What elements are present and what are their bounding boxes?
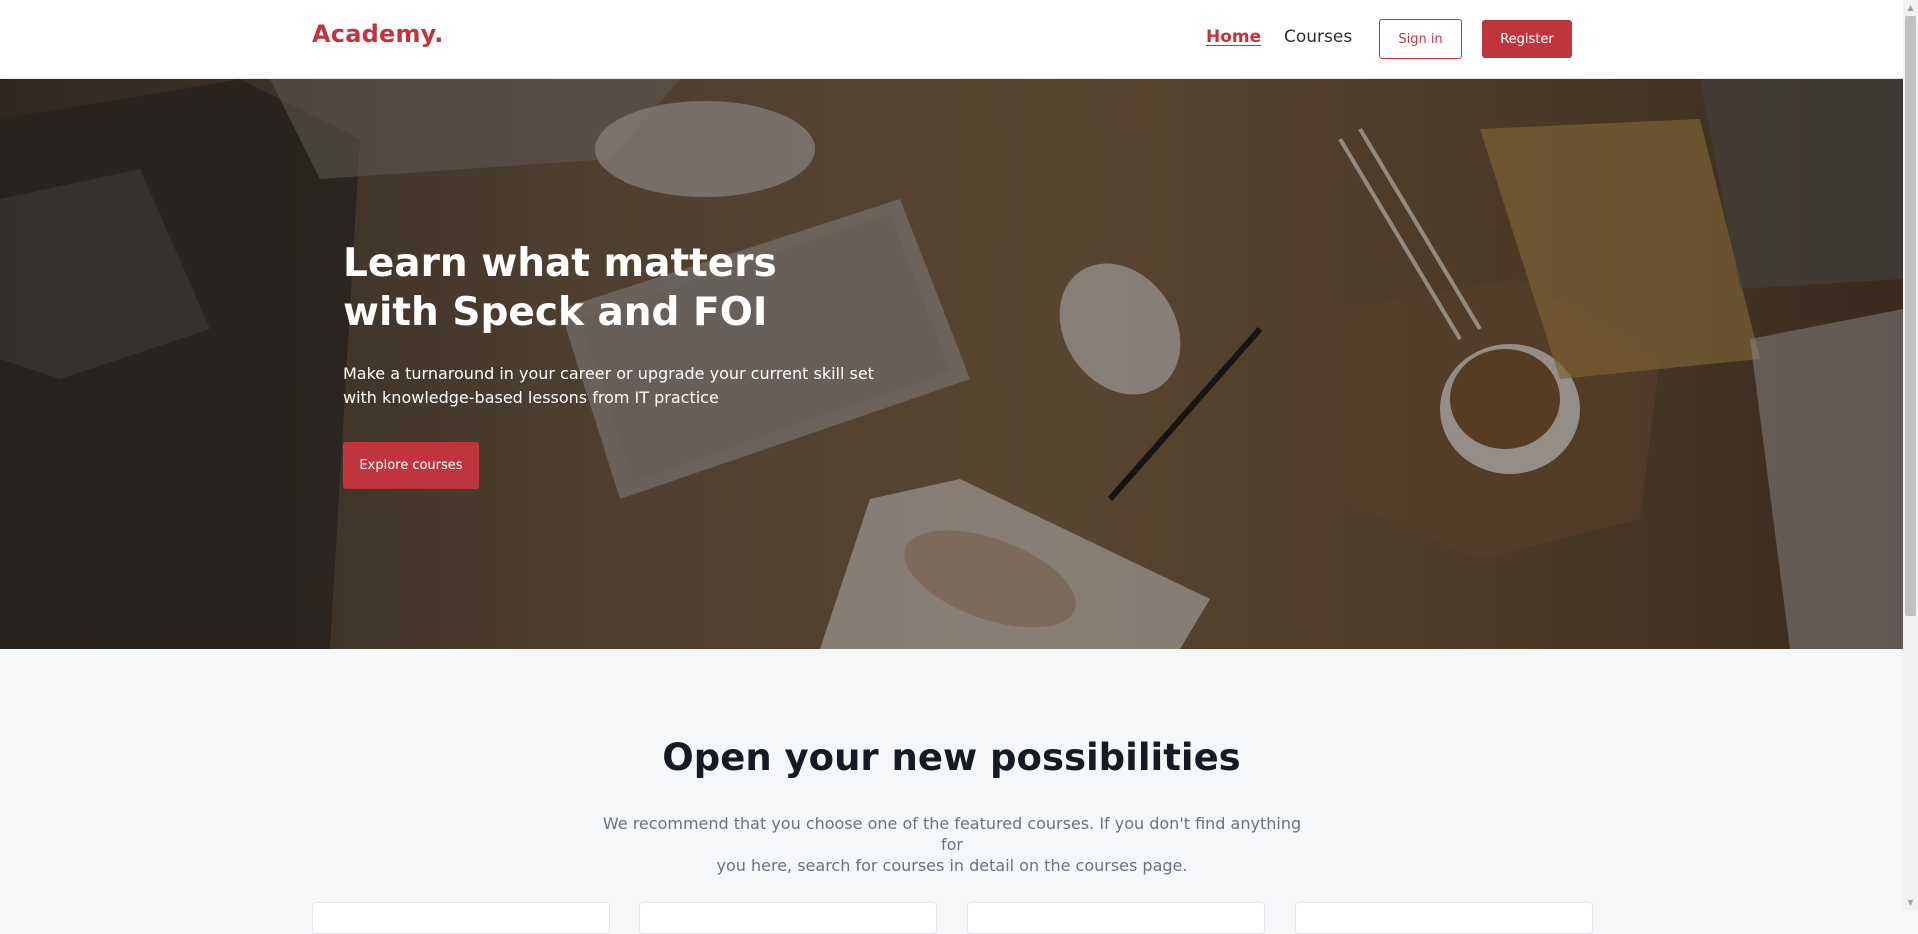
chevron-down-icon[interactable]: ▼ xyxy=(1903,895,1918,910)
hero-title-line-1: Learn what matters xyxy=(343,241,777,286)
page-scrollbar[interactable]: ▲ ▼ xyxy=(1903,0,1918,910)
section-description-line-1: We recommend that you choose one of the … xyxy=(602,814,1302,854)
course-card[interactable] xyxy=(967,902,1265,934)
section-title: Open your new possibilities xyxy=(662,736,1241,779)
hero-title: Learn what matters with Speck and FOI xyxy=(343,239,943,337)
academy-logo[interactable]: Academy. xyxy=(312,20,444,48)
site-header: Academy. Home Courses Sign in Register xyxy=(0,0,1903,79)
hero-subtitle: Make a turnaround in your career or upgr… xyxy=(343,362,943,410)
hero-subtitle-line-1: Make a turnaround in your career or upgr… xyxy=(343,364,874,383)
explore-courses-button[interactable]: Explore courses xyxy=(343,442,479,489)
course-card[interactable] xyxy=(312,902,610,934)
sign-in-button[interactable]: Sign in xyxy=(1379,19,1462,59)
hero-subtitle-line-2: with knowledge-based lessons from IT pra… xyxy=(343,388,719,407)
section-description: We recommend that you choose one of the … xyxy=(602,813,1302,876)
hero-overlay xyxy=(0,79,1903,649)
register-button[interactable]: Register xyxy=(1482,20,1572,58)
course-card[interactable] xyxy=(1295,902,1593,934)
hero-title-line-2: with Speck and FOI xyxy=(343,290,768,335)
nav-courses-link[interactable]: Courses xyxy=(1284,27,1352,47)
scrollbar-thumb[interactable] xyxy=(1905,16,1916,616)
course-card[interactable] xyxy=(639,902,937,934)
section-description-line-2: you here, search for courses in detail o… xyxy=(716,856,1188,875)
chevron-up-icon[interactable]: ▲ xyxy=(1903,0,1918,15)
hero-banner: Learn what matters with Speck and FOI Ma… xyxy=(0,79,1903,649)
nav-home-link[interactable]: Home xyxy=(1206,27,1261,47)
